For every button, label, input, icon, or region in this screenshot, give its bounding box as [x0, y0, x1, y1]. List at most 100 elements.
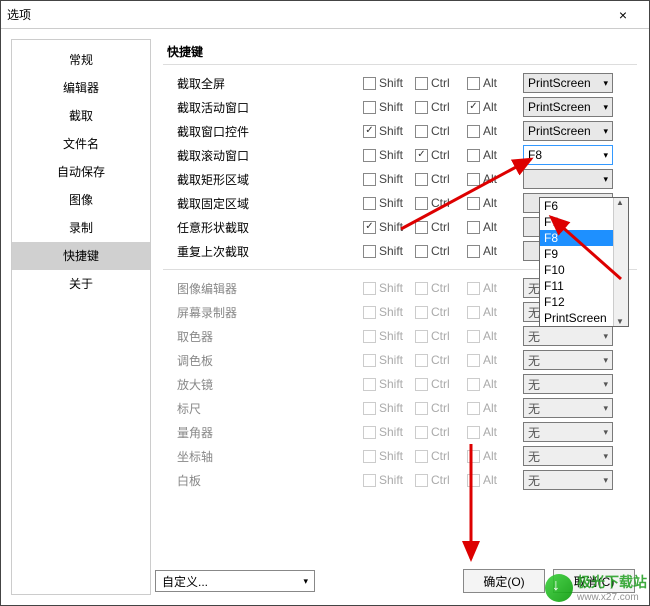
shift-checkbox[interactable]: Shift — [363, 76, 413, 90]
hotkey-row: 截取窗口控件ShiftCtrlAlt PrintScreen▾ — [163, 119, 637, 143]
hotkey-row: 截取活动窗口ShiftCtrlAlt PrintScreen▾ — [163, 95, 637, 119]
watermark: 极光下载站 www.x27.com — [545, 572, 647, 603]
row-label: 截取全屏 — [163, 75, 363, 92]
row-label: 调色板 — [163, 352, 363, 369]
key-select[interactable]: 无▾ — [523, 422, 613, 442]
ctrl-checkbox: Ctrl — [415, 449, 465, 463]
key-select[interactable]: PrintScreen▾ — [523, 97, 613, 117]
key-select[interactable]: 无▾ — [523, 446, 613, 466]
shift-checkbox[interactable]: Shift — [363, 244, 413, 258]
alt-checkbox[interactable]: Alt — [467, 196, 517, 210]
chevron-down-icon: ▾ — [603, 78, 608, 89]
preset-select[interactable]: 自定义... ▾ — [155, 570, 315, 592]
alt-checkbox: Alt — [467, 401, 517, 415]
sidebar-item[interactable]: 录制 — [12, 214, 150, 242]
hotkey-row: 截取滚动窗口ShiftCtrlAlt F8▾ — [163, 143, 637, 167]
hotkey-row: 白板ShiftCtrlAlt无▾ — [163, 468, 637, 492]
ctrl-checkbox[interactable]: Ctrl — [415, 172, 465, 186]
sidebar-item[interactable]: 常规 — [12, 46, 150, 74]
main-panel: 快捷键 截取全屏ShiftCtrlAltPrintScreen▾截取活动窗口Sh… — [151, 29, 649, 605]
hotkey-row: 放大镜ShiftCtrlAlt无▾ — [163, 372, 637, 396]
alt-checkbox[interactable]: Alt — [467, 100, 517, 114]
sidebar-item[interactable]: 快捷键 — [12, 242, 150, 270]
shift-checkbox[interactable]: Shift — [363, 148, 413, 162]
key-select[interactable]: 无▾ — [523, 326, 613, 346]
close-icon[interactable]: × — [603, 7, 643, 23]
hotkey-row: 取色器ShiftCtrlAlt无▾ — [163, 324, 637, 348]
watermark-logo-icon — [545, 574, 573, 602]
shift-checkbox[interactable]: Shift — [363, 172, 413, 186]
chevron-down-icon: ▾ — [603, 403, 608, 414]
dropdown-scrollbar[interactable] — [613, 198, 628, 326]
chevron-down-icon: ▾ — [303, 576, 308, 587]
shift-checkbox: Shift — [363, 329, 413, 343]
chevron-down-icon: ▾ — [603, 475, 608, 486]
row-label: 截取窗口控件 — [163, 123, 363, 140]
key-select[interactable]: PrintScreen▾ — [523, 121, 613, 141]
shift-checkbox: Shift — [363, 305, 413, 319]
alt-checkbox[interactable]: Alt — [467, 244, 517, 258]
titlebar: 选项 × — [1, 1, 649, 29]
row-label: 取色器 — [163, 328, 363, 345]
row-label: 截取活动窗口 — [163, 99, 363, 116]
sidebar-item[interactable]: 关于 — [12, 270, 150, 298]
alt-checkbox: Alt — [467, 281, 517, 295]
sidebar-item[interactable]: 图像 — [12, 186, 150, 214]
key-select[interactable]: 无▾ — [523, 470, 613, 490]
key-select[interactable]: ▾ — [523, 169, 613, 189]
row-label: 图像编辑器 — [163, 280, 363, 297]
shift-checkbox[interactable]: Shift — [363, 220, 413, 234]
alt-checkbox[interactable]: Alt — [467, 220, 517, 234]
shift-checkbox: Shift — [363, 401, 413, 415]
ctrl-checkbox: Ctrl — [415, 305, 465, 319]
chevron-down-icon: ▾ — [603, 174, 608, 185]
sidebar-item[interactable]: 编辑器 — [12, 74, 150, 102]
shift-checkbox[interactable]: Shift — [363, 100, 413, 114]
key-select[interactable]: 无▾ — [523, 398, 613, 418]
alt-checkbox: Alt — [467, 425, 517, 439]
key-dropdown[interactable]: F6F7F8F9F10F11F12PrintScreen — [539, 197, 629, 327]
hotkey-row: 坐标轴ShiftCtrlAlt无▾ — [163, 444, 637, 468]
ctrl-checkbox: Ctrl — [415, 281, 465, 295]
key-select[interactable]: PrintScreen▾ — [523, 73, 613, 93]
hotkey-row: 截取全屏ShiftCtrlAlt PrintScreen▾ — [163, 71, 637, 95]
shift-checkbox: Shift — [363, 425, 413, 439]
ctrl-checkbox: Ctrl — [415, 473, 465, 487]
ctrl-checkbox[interactable]: Ctrl — [415, 244, 465, 258]
chevron-down-icon: ▾ — [603, 427, 608, 438]
sidebar-item[interactable]: 自动保存 — [12, 158, 150, 186]
sidebar-item[interactable]: 截取 — [12, 102, 150, 130]
watermark-url: www.x27.com — [577, 592, 647, 603]
chevron-down-icon: ▾ — [603, 150, 608, 161]
shift-checkbox[interactable]: Shift — [363, 124, 413, 138]
row-label: 截取滚动窗口 — [163, 147, 363, 164]
ctrl-checkbox[interactable]: Ctrl — [415, 100, 465, 114]
row-label: 重复上次截取 — [163, 243, 363, 260]
key-select[interactable]: 无▾ — [523, 374, 613, 394]
alt-checkbox[interactable]: Alt — [467, 148, 517, 162]
alt-checkbox: Alt — [467, 377, 517, 391]
ctrl-checkbox[interactable]: Ctrl — [415, 220, 465, 234]
alt-checkbox[interactable]: Alt — [467, 124, 517, 138]
row-label: 截取矩形区域 — [163, 171, 363, 188]
ctrl-checkbox[interactable]: Ctrl — [415, 196, 465, 210]
chevron-down-icon: ▾ — [603, 102, 608, 113]
ctrl-checkbox[interactable]: Ctrl — [415, 76, 465, 90]
ctrl-checkbox[interactable]: Ctrl — [415, 124, 465, 138]
alt-checkbox: Alt — [467, 449, 517, 463]
alt-checkbox[interactable]: Alt — [467, 172, 517, 186]
sidebar-item[interactable]: 文件名 — [12, 130, 150, 158]
sidebar: 常规编辑器截取文件名自动保存图像录制快捷键关于 — [11, 39, 151, 595]
key-select[interactable]: F8▾ — [523, 145, 613, 165]
row-label: 白板 — [163, 472, 363, 489]
alt-checkbox[interactable]: Alt — [467, 76, 517, 90]
shift-checkbox[interactable]: Shift — [363, 196, 413, 210]
ctrl-checkbox: Ctrl — [415, 377, 465, 391]
ok-button[interactable]: 确定(O) — [463, 569, 545, 593]
ctrl-checkbox[interactable]: Ctrl — [415, 148, 465, 162]
row-label: 量角器 — [163, 424, 363, 441]
key-select[interactable]: 无▾ — [523, 350, 613, 370]
alt-checkbox: Alt — [467, 305, 517, 319]
row-label: 屏幕录制器 — [163, 304, 363, 321]
alt-checkbox: Alt — [467, 329, 517, 343]
